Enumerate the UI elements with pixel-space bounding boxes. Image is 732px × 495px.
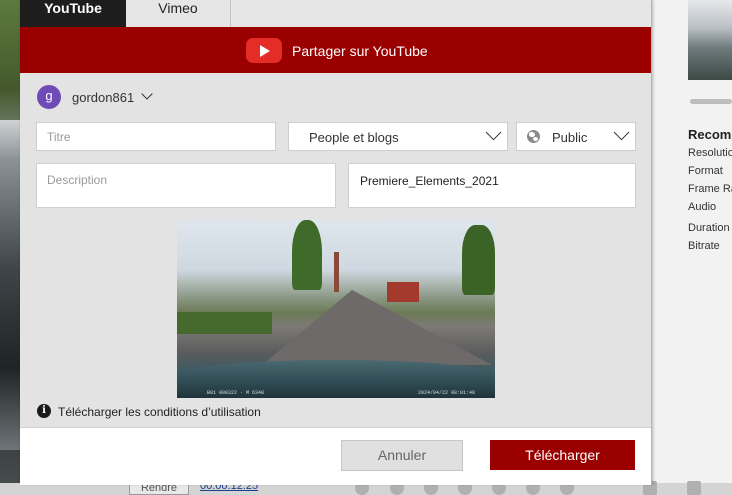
description-field[interactable] [36, 163, 336, 208]
preview-tree [292, 220, 322, 290]
description-input[interactable] [37, 164, 335, 207]
background-thumbnail [688, 0, 732, 80]
banner-title: Partager sur YouTube [292, 43, 428, 59]
preview-chimney [334, 252, 339, 292]
recommendations-title: Recom [688, 127, 732, 142]
category-select[interactable]: People et blogs [288, 122, 508, 151]
tab-youtube[interactable]: YouTube [20, 0, 126, 27]
tags-value: Premiere_Elements_2021 [360, 174, 499, 188]
preview-overlay-date: 2024/04/22 08:01:48 [417, 390, 475, 396]
info-icon: i [37, 404, 51, 418]
cancel-button[interactable]: Annuler [341, 440, 463, 471]
chevron-down-icon [485, 124, 502, 141]
youtube-logo-icon [246, 38, 282, 63]
account-name: gordon861 [72, 90, 135, 105]
share-dialog: YouTube Vimeo Partager sur YouTube g gor… [20, 0, 652, 485]
chevron-down-icon[interactable] [141, 88, 153, 100]
reco-bitrate-label: Bitrate [688, 240, 720, 252]
reco-framerate-label: Frame Ra [688, 183, 732, 195]
preview-overlay-left: B01 000322 · M 6348 [207, 390, 265, 396]
tab-vimeo[interactable]: Vimeo [126, 0, 231, 27]
background-video-strip [0, 120, 20, 450]
title-field[interactable] [36, 122, 276, 151]
share-banner: Partager sur YouTube [20, 27, 651, 73]
preview-tree [462, 225, 495, 295]
chevron-down-icon [613, 124, 630, 141]
privacy-select[interactable]: Public [516, 122, 636, 151]
privacy-value: Public [552, 130, 588, 145]
preview-road [262, 290, 492, 365]
category-value: People et blogs [309, 130, 399, 145]
preview-hedge [177, 312, 272, 334]
title-input[interactable] [37, 123, 275, 151]
share-output-icon[interactable] [687, 481, 701, 495]
terms-text[interactable]: Télécharger les conditions d’utilisation [58, 405, 261, 419]
preview-building [387, 282, 419, 302]
reco-duration-label: Duration [688, 222, 730, 234]
video-preview: B01 000322 · M 6348 2024/04/22 08:01:48 [177, 220, 495, 398]
tab-bar: YouTube Vimeo [20, 0, 651, 27]
upload-button[interactable]: Télécharger [490, 440, 635, 470]
reco-format-label: Format [688, 165, 723, 177]
tags-field[interactable]: Premiere_Elements_2021 [348, 163, 636, 208]
dialog-footer: Annuler Télécharger [20, 427, 651, 485]
reco-audio-label: Audio [688, 201, 717, 213]
background-slider[interactable] [690, 99, 732, 104]
reco-resolution-label: Resolutio [688, 147, 732, 159]
globe-icon [527, 130, 540, 143]
avatar: g [37, 85, 61, 109]
